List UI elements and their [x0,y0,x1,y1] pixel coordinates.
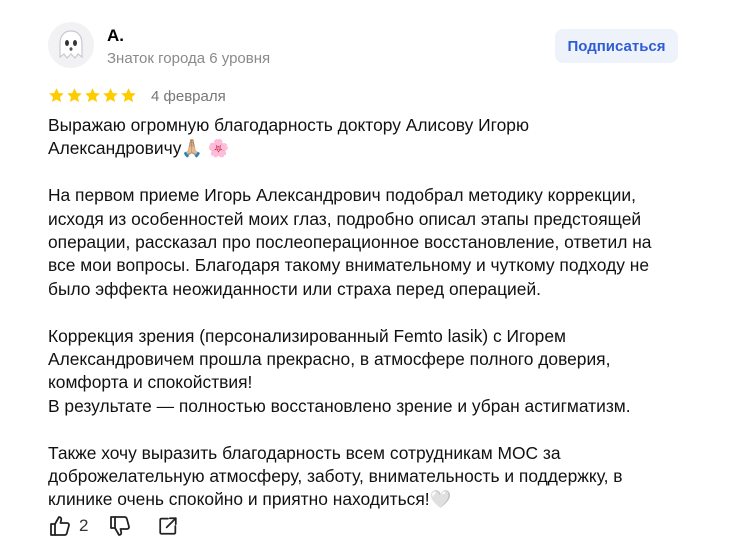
review-paragraph-4: Также хочу выразить благодарность всем с… [48,442,623,510]
ghost-avatar-icon [59,30,83,59]
subscribe-button[interactable]: Подписаться [555,29,678,63]
review-paragraph-3: Коррекция зрения (персонализированный Fe… [48,325,631,416]
star-icon [67,88,82,103]
like-button[interactable]: 2 [48,514,88,538]
like-count: 2 [79,516,89,535]
star-icon [121,88,136,103]
thumbs-up-icon [50,516,70,536]
thumbs-down-icon [110,516,131,536]
review-text: Выражаю огромную благодарность доктору А… [48,114,708,512]
star-icon [85,88,100,103]
star-icon [103,88,118,103]
dislike-button[interactable] [108,514,132,538]
author-level: Знаток города 6 уровня [107,50,271,67]
review-actions: 2 [48,514,179,538]
star-icon [49,88,64,103]
author-name[interactable]: А. [107,26,124,46]
review-date: 4 февраля [151,88,226,105]
review-paragraph-1: Выражаю огромную благодарность доктору А… [48,115,530,159]
review-paragraph-2: На первом приеме Игорь Александрович под… [48,185,652,299]
author-avatar[interactable] [48,22,94,68]
share-icon [159,517,178,535]
rating-stars [48,87,137,104]
share-button[interactable] [157,515,179,537]
